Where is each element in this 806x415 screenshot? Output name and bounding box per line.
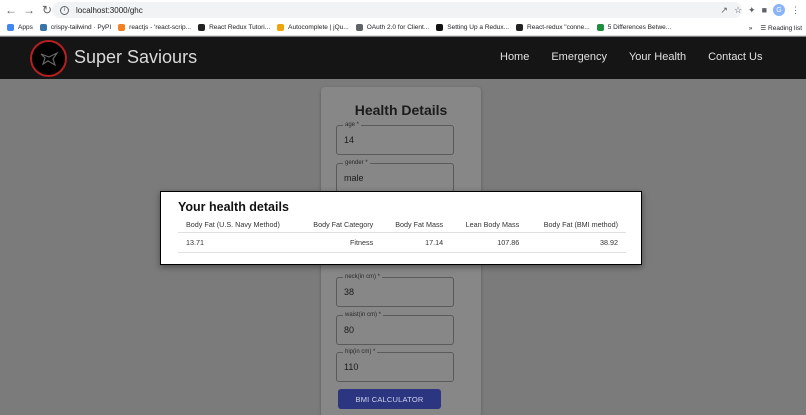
column-header: Body Fat (U.S. Navy Method) <box>178 217 299 233</box>
reading-list[interactable]: ☰ Reading list <box>760 24 802 32</box>
site-icon <box>436 24 444 31</box>
nav-home[interactable]: Home <box>500 51 529 63</box>
share-icon[interactable]: ↗ <box>720 5 728 16</box>
card-title: Health Details <box>354 102 448 118</box>
hip-label: hip(in cm) * <box>343 348 378 356</box>
nav-emergency[interactable]: Emergency <box>551 51 607 63</box>
stackoverflow-icon <box>118 24 126 31</box>
bookmarks-right: » ☰ Reading list <box>742 20 802 35</box>
table-cell: 107.86 <box>451 232 528 253</box>
column-header: Lean Body Mass <box>451 217 528 233</box>
age-field[interactable]: age * 14 <box>336 121 454 155</box>
bookmark-item[interactable]: crispy-tailwind · PyPI <box>39 24 111 31</box>
more-bookmarks-icon[interactable]: » <box>749 25 753 32</box>
table-cell: 38.92 <box>527 232 626 253</box>
apps-icon <box>7 24 14 31</box>
puzzle-icon[interactable]: ■ <box>762 5 767 15</box>
bookmark-apps[interactable]: Apps <box>7 24 33 31</box>
hip-field[interactable]: hip(in cm) * 110 <box>336 348 454 382</box>
brand-name[interactable]: Super Saviours <box>74 47 197 68</box>
site-icon <box>516 24 524 31</box>
app-navbar: Super Saviours Home Emergency Your Healt… <box>0 37 806 79</box>
menu-icon[interactable]: ⋮ <box>791 5 800 16</box>
modal-title: Your health details <box>178 200 289 214</box>
nav-your-health[interactable]: Your Health <box>629 51 686 63</box>
nav-links: Home Emergency Your Health Contact Us <box>500 51 785 63</box>
bookmark-item[interactable]: Autocomplete | jQu... <box>277 24 349 31</box>
gender-label: gender * <box>343 159 370 167</box>
forward-icon[interactable]: → <box>22 3 36 17</box>
waist-value: 80 <box>344 325 355 335</box>
browser-toolbar: ← → ↻ i localhost:3000/ghc ↗ ☆ ✦ ■ G ⋮ <box>0 0 806 20</box>
site-icon <box>198 24 206 31</box>
bookmark-item[interactable]: OAuth 2.0 for Client... <box>355 24 429 31</box>
neck-label: neck(in cm) * <box>343 273 383 281</box>
bookmark-item[interactable]: React Redux Tutori... <box>198 24 270 31</box>
table-cell: Fitness <box>298 232 382 253</box>
extension-icon[interactable]: ✦ <box>748 5 756 16</box>
neck-value: 38 <box>344 287 355 297</box>
bookmark-item[interactable]: reactjs - 'react-scrip... <box>118 24 191 31</box>
gender-field[interactable]: gender * male <box>336 159 454 193</box>
info-icon[interactable]: i <box>60 5 69 15</box>
bmi-calculator-button[interactable]: BMI CALCULATOR <box>338 389 441 409</box>
bookmark-item[interactable]: Setting Up a Redux... <box>436 24 509 31</box>
table-header-row: Body Fat (U.S. Navy Method) Body Fat Cat… <box>178 217 626 233</box>
bookmark-item[interactable]: React-redux "conne... <box>516 24 590 31</box>
table-row: 13.71 Fitness 17.14 107.86 38.92 <box>178 232 626 253</box>
table-cell: 17.14 <box>381 232 452 253</box>
address-bar[interactable]: i localhost:3000/ghc <box>52 2 742 18</box>
toolbar-actions: ↗ ☆ ✦ ■ G ⋮ <box>720 2 806 18</box>
url-text: localhost:3000/ghc <box>76 5 143 15</box>
gender-value: male <box>344 173 364 183</box>
code-icon <box>355 24 363 31</box>
waist-label: waist(in cm) * <box>343 311 384 319</box>
pypi-icon <box>39 24 47 31</box>
age-label: age * <box>343 121 362 129</box>
column-header: Body Fat Category <box>298 217 382 233</box>
health-details-modal: Your health details Body Fat (U.S. Navy … <box>160 191 642 265</box>
hip-value: 110 <box>344 362 359 372</box>
site-icon <box>596 24 604 31</box>
table-cell: 13.71 <box>178 232 299 253</box>
bookmark-item[interactable]: 5 Differences Betwe... <box>596 24 671 31</box>
jquery-icon <box>277 24 285 31</box>
column-header: Body Fat (BMI method) <box>527 217 626 233</box>
waist-field[interactable]: waist(in cm) * 80 <box>336 311 454 345</box>
brand-logo-icon[interactable] <box>30 40 67 77</box>
nav-contact-us[interactable]: Contact Us <box>708 51 762 63</box>
neck-field[interactable]: neck(in cm) * 38 <box>336 273 454 307</box>
column-header: Body Fat Mass <box>381 217 452 233</box>
results-table: Body Fat (U.S. Navy Method) Body Fat Cat… <box>178 217 626 253</box>
star-icon[interactable]: ☆ <box>734 5 742 16</box>
bookmarks-bar: Apps crispy-tailwind · PyPI reactjs - 'r… <box>0 20 806 36</box>
age-value: 14 <box>344 135 355 145</box>
back-icon[interactable]: ← <box>4 3 18 17</box>
profile-avatar[interactable]: G <box>773 4 785 16</box>
